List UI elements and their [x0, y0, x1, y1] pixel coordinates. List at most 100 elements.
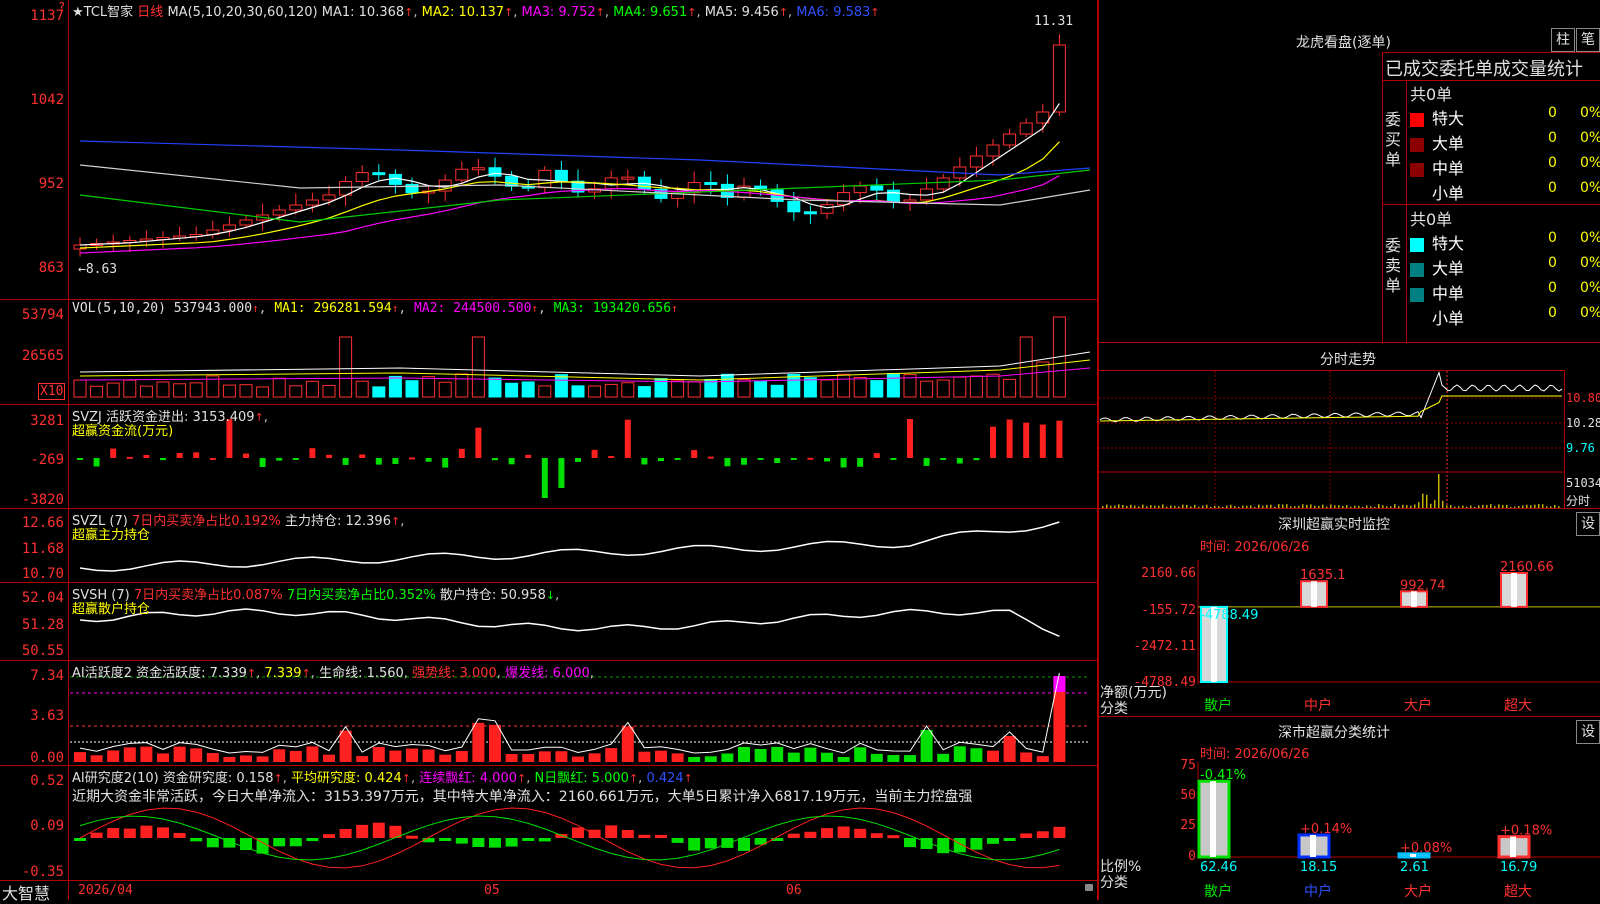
ma4-value: MA4: 9.651	[613, 5, 688, 20]
ai-active-bar	[273, 749, 286, 762]
svzj-bar	[558, 458, 565, 488]
sell-row-label: 小单	[1432, 309, 1465, 328]
ai-research-bar	[372, 822, 385, 838]
buy-row-0: 特大 0 0%	[1410, 105, 1600, 129]
volume-bar	[73, 379, 87, 398]
lock-icon[interactable]	[1085, 884, 1093, 891]
svzj-bar	[93, 458, 100, 467]
candle-body	[886, 189, 900, 203]
stock-name[interactable]: ★TCL智家	[72, 5, 133, 20]
trade-mode-button[interactable]: 笔	[1576, 28, 1600, 52]
volume-bar	[372, 386, 386, 398]
date-label-05: 05	[484, 883, 500, 898]
bar-mode-button[interactable]: 柱	[1551, 28, 1575, 52]
candle-body	[820, 204, 834, 214]
ai-research-bar	[821, 828, 833, 838]
ai-research-t3: 连续飘红: 4.000	[419, 771, 517, 786]
classify-category-label: 散户	[1204, 883, 1232, 900]
vol-ma1: MA1: 296281.594	[274, 301, 392, 316]
ai-research-bar	[489, 838, 501, 848]
ai-active-t1: 资金活跃度: 7.339	[136, 666, 247, 681]
classify-bar-shine	[1410, 853, 1416, 857]
brand-label[interactable]: 大智慧	[2, 880, 50, 904]
ai-active-bar	[372, 746, 385, 762]
candle-body	[870, 185, 884, 191]
buy-row-percent: 0%	[1580, 180, 1600, 196]
svzj-bar	[392, 458, 399, 464]
ai-research-bar	[107, 828, 120, 838]
candle-body	[538, 169, 552, 189]
volume-bar	[787, 373, 801, 398]
vol-unit: X10	[38, 383, 66, 400]
ai-research-bar	[605, 825, 618, 838]
ai-active-bar	[987, 750, 999, 762]
ai-active-bar	[655, 750, 667, 762]
ai-active-label: AI活跃度2	[72, 666, 132, 681]
ai-active-bar	[671, 753, 684, 762]
svsh-axis-2: 51.28	[21, 617, 64, 633]
volume-bar	[687, 381, 701, 398]
volume-bar	[604, 383, 618, 398]
svzj-bar	[973, 458, 980, 461]
ai-active-bar	[256, 756, 269, 762]
monitor-time: 时间: 2026/06/26	[1200, 540, 1310, 555]
ai-active-bar	[489, 724, 501, 762]
volume-bar	[90, 385, 104, 398]
ai-research-bar	[306, 838, 319, 842]
ai-active-bar	[157, 753, 169, 762]
buy-row-count: 0	[1548, 180, 1557, 196]
ai-research-bar	[173, 832, 186, 838]
svzj-bar	[1006, 419, 1013, 458]
monitor-bottom-line	[1099, 716, 1600, 717]
ai-research-bar	[1053, 826, 1066, 838]
intraday-vol: 51034	[1566, 476, 1600, 490]
price-axis-2: 1042	[30, 92, 64, 108]
svzj-axis-1: 3281	[30, 413, 64, 429]
monitor-bar-1	[1300, 580, 1328, 608]
svzj-bar	[458, 448, 465, 458]
dragon-title: 龙虎看盘(逐单)	[1296, 35, 1391, 51]
ai-research-bar	[638, 834, 651, 838]
ai-research-axis-3: -0.35	[21, 864, 64, 880]
ai-research-bar	[837, 826, 850, 838]
ai-research-bar	[1020, 833, 1033, 838]
svzl-axis-2: 11.68	[21, 541, 64, 557]
volume-bar	[339, 336, 353, 398]
monitor-value-label: 2160.66	[1500, 560, 1554, 575]
buy-row-3: 小单 0 0%	[1410, 180, 1600, 204]
dragon-subtitle: 已成交委托单成交量统计	[1385, 59, 1583, 80]
svzj-bar	[824, 458, 830, 462]
candle-body	[1019, 122, 1033, 135]
ai-active-bar	[90, 755, 103, 762]
ai-research-t5: 0.424	[646, 771, 684, 786]
svzj-axis-2: -269	[30, 452, 64, 468]
ma5-value: MA5: 9.456	[704, 5, 779, 20]
classify-category-label: 超大	[1504, 884, 1532, 900]
svzj-bar	[492, 458, 498, 461]
svzj-bar	[608, 456, 615, 459]
candle-body	[405, 183, 419, 194]
classify-axis-2: 50	[1180, 788, 1196, 803]
intraday-bottom-line	[1099, 508, 1600, 509]
classify-bar-2	[1397, 852, 1431, 859]
ai-active-bar	[605, 748, 618, 762]
classify-settings-button[interactable]: 设	[1576, 720, 1600, 744]
ai-research-bar	[74, 838, 86, 841]
svsh-value: 散户持仓: 50.958	[439, 588, 546, 603]
volume-bar	[837, 373, 851, 398]
ai-research-line-green	[79, 815, 1060, 861]
svzj-bar	[508, 458, 515, 465]
period-label[interactable]: 日线	[137, 5, 163, 20]
ai-active-t5: 爆发线: 6.000	[505, 666, 590, 681]
candle-body	[1003, 133, 1017, 146]
volume-bar	[222, 384, 236, 398]
svzj-bar	[375, 458, 382, 465]
candle-body	[554, 169, 568, 182]
svzj-bar	[774, 458, 781, 463]
monitor-settings-button[interactable]: 设	[1576, 512, 1600, 536]
ai-active-bar	[870, 753, 883, 762]
volume-bar	[355, 380, 369, 398]
buy-color-swatch	[1410, 162, 1424, 177]
svzj-bar	[707, 456, 714, 459]
volume-bar	[803, 377, 817, 398]
